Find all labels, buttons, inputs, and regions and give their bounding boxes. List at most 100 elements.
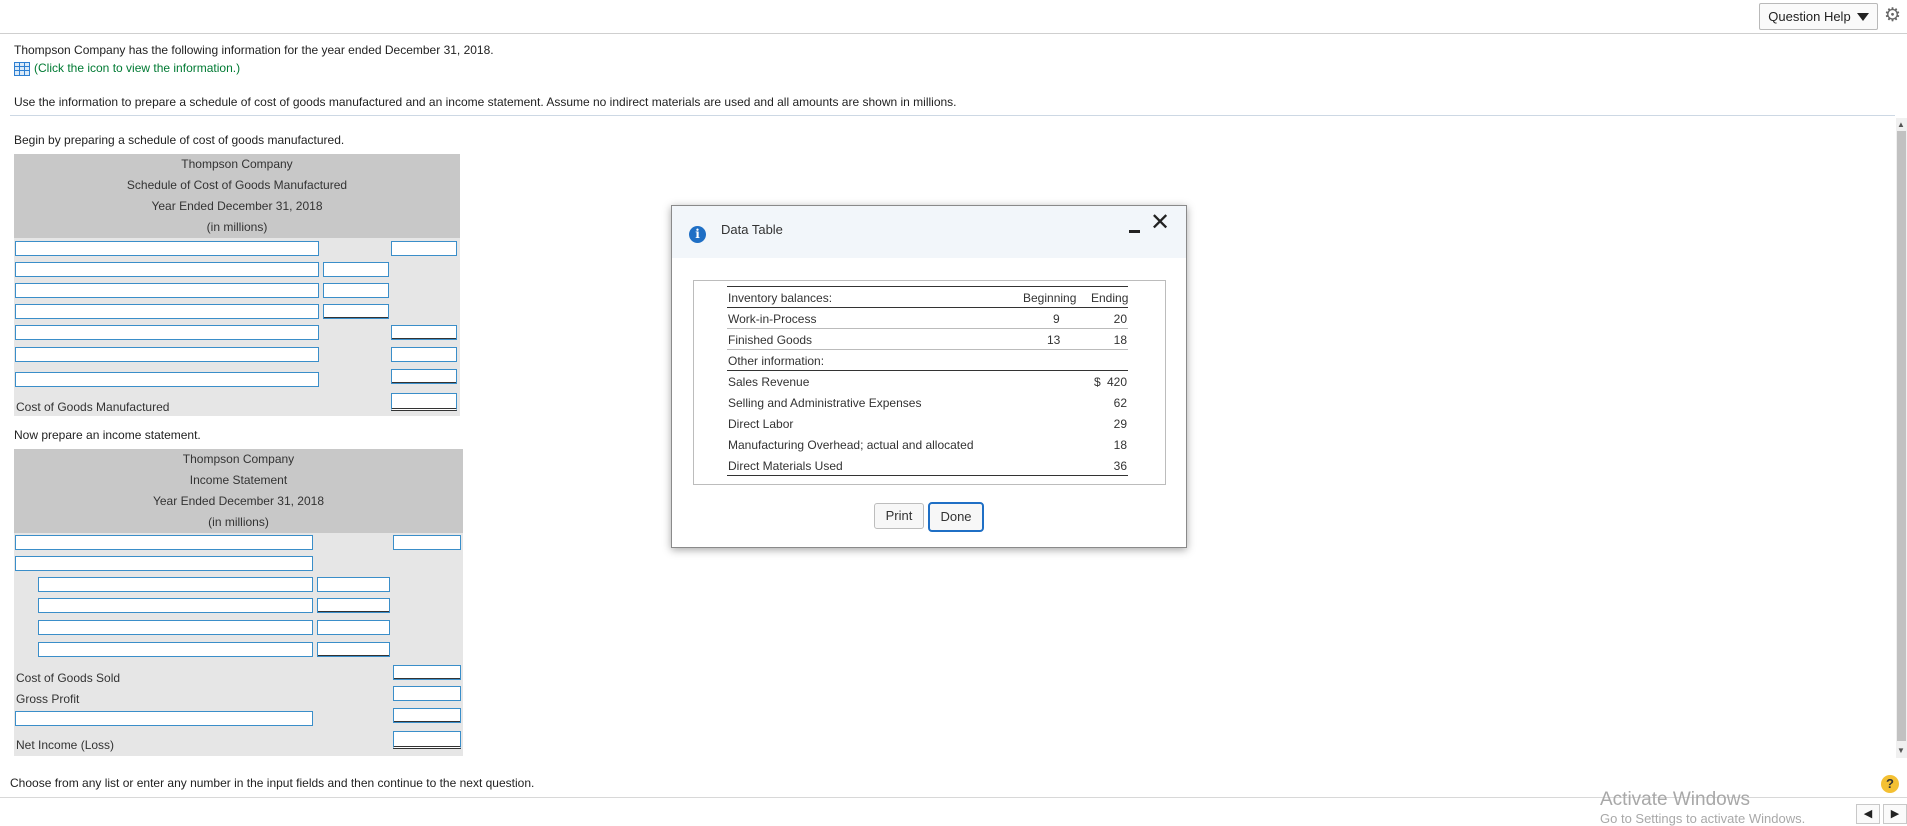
income-amount-input[interactable]: [393, 535, 461, 550]
income-line-select[interactable]: [15, 535, 313, 550]
cogm-schedule: Thompson Company Schedule of Cost of Goo…: [14, 154, 460, 416]
cogm-amount-input[interactable]: [323, 262, 389, 277]
top-bar: [0, 0, 1907, 34]
cogm-line-select[interactable]: [15, 262, 319, 277]
view-information-link[interactable]: (Click the icon to view the information.…: [14, 61, 240, 76]
help-icon[interactable]: ?: [1881, 775, 1899, 793]
row-value: 62: [1113, 396, 1127, 410]
ending-header: Ending: [1091, 291, 1129, 305]
row-label: Sales Revenue: [728, 375, 810, 389]
table-row: Selling and Administrative Expenses 62: [727, 392, 1128, 412]
problem-intro: Thompson Company has the following infor…: [14, 43, 494, 57]
minimize-icon[interactable]: [1129, 230, 1140, 233]
cogm-amount-input[interactable]: [391, 369, 457, 384]
income-subline-select[interactable]: [38, 598, 313, 613]
table-row: Direct Labor 29: [727, 413, 1128, 433]
problem-instructions: Use the information to prepare a schedul…: [14, 95, 957, 109]
cogm-amount-input[interactable]: [391, 325, 457, 340]
done-button[interactable]: Done: [928, 502, 984, 532]
income-line-select[interactable]: [15, 711, 313, 726]
row-label: Work-in-Process: [728, 312, 817, 326]
income-amount-input[interactable]: [317, 620, 390, 635]
income-title: Income Statement: [189, 473, 288, 487]
table-row: Finished Goods 13 18: [727, 329, 1128, 350]
income-subline-select[interactable]: [38, 642, 313, 657]
cogm-amount-input[interactable]: [323, 283, 389, 298]
cogm-header: Thompson Company Schedule of Cost of Goo…: [14, 154, 460, 238]
row-label: Selling and Administrative Expenses: [728, 396, 922, 410]
cogm-total-input[interactable]: [391, 393, 457, 411]
cogm-total-label: Cost of Goods Manufactured: [16, 400, 170, 414]
row-label: Finished Goods: [728, 333, 813, 347]
cogm-amount-input[interactable]: [391, 347, 457, 362]
table-header-row: Inventory balances: Beginning Ending: [727, 286, 1128, 308]
cogm-amount-input[interactable]: [323, 304, 389, 319]
gross-profit-label: Gross Profit: [16, 692, 80, 706]
cogm-line-select[interactable]: [15, 347, 319, 362]
previous-question-icon[interactable]: ◀: [1856, 804, 1880, 824]
cogm-line-select[interactable]: [15, 283, 319, 298]
table-row: Direct Materials Used 36: [727, 455, 1128, 476]
data-table: Inventory balances: Beginning Ending Wor…: [693, 280, 1166, 485]
caret-down-icon: [1856, 12, 1869, 21]
income-company: Thompson Company: [182, 452, 295, 466]
cogm-line-select[interactable]: [15, 325, 319, 340]
net-income-label: Net Income (Loss): [16, 738, 115, 752]
net-income-input[interactable]: [393, 731, 461, 749]
income-line-select[interactable]: [15, 556, 313, 571]
table-row: Manufacturing Overhead; actual and alloc…: [727, 434, 1128, 454]
income-lead: Now prepare an income statement.: [14, 428, 201, 442]
cogs-input[interactable]: [393, 665, 461, 680]
scroll-up-icon[interactable]: ▲: [1897, 120, 1905, 129]
table-row: Work-in-Process 9 20: [727, 308, 1128, 329]
income-amount-input[interactable]: [317, 598, 390, 613]
cogm-lead: Begin by preparing a schedule of cost of…: [14, 133, 345, 147]
watermark-title: Activate Windows: [1600, 789, 1750, 810]
row-ending: 20: [1113, 312, 1127, 326]
income-subline-select[interactable]: [38, 620, 313, 635]
income-subline-select[interactable]: [38, 577, 313, 592]
cogm-line-select[interactable]: [15, 304, 319, 319]
close-icon[interactable]: ✕: [1150, 211, 1170, 235]
divider: [10, 115, 1895, 116]
other-header-row: Other information:: [727, 350, 1128, 371]
cogm-line-select[interactable]: [15, 241, 319, 256]
question-help-label: Question Help: [1768, 9, 1851, 24]
beginning-header: Beginning: [1023, 291, 1077, 305]
gross-profit-input[interactable]: [393, 686, 461, 701]
question-help-button[interactable]: Question Help: [1759, 3, 1878, 30]
income-amount-input[interactable]: [393, 708, 461, 723]
income-statement: Thompson Company Income Statement Year E…: [14, 449, 463, 756]
table-icon[interactable]: [14, 61, 30, 76]
cogm-units: (in millions): [206, 220, 268, 234]
row-currency: $: [1094, 375, 1101, 389]
next-question-icon[interactable]: ▶: [1883, 804, 1907, 824]
watermark-subtitle: Go to Settings to activate Windows.: [1600, 811, 1806, 826]
view-information-text[interactable]: (Click the icon to view the information.…: [34, 61, 240, 75]
cogm-company: Thompson Company: [181, 157, 293, 171]
cogm-amount-input[interactable]: [391, 241, 457, 256]
income-amount-input[interactable]: [317, 577, 390, 592]
other-header: Other information:: [728, 354, 825, 368]
scroll-down-icon[interactable]: ▼: [1897, 746, 1905, 755]
income-period: Year Ended December 31, 2018: [152, 494, 324, 508]
row-value: 420: [1106, 375, 1127, 389]
data-table-dialog: i Data Table ✕ Inventory balances: Begin…: [671, 205, 1187, 548]
cogm-line-select[interactable]: [15, 372, 319, 387]
inventory-header: Inventory balances:: [728, 291, 833, 305]
row-label: Direct Materials Used: [728, 459, 843, 473]
income-header: Thompson Company Income Statement Year E…: [14, 449, 463, 533]
print-button[interactable]: Print: [874, 503, 924, 529]
row-beginning: 9: [1053, 312, 1060, 326]
info-icon: i: [689, 226, 706, 243]
income-amount-input[interactable]: [317, 642, 390, 657]
row-label: Direct Labor: [728, 417, 794, 431]
gear-icon[interactable]: ⚙: [1884, 6, 1902, 25]
row-beginning: 13: [1047, 333, 1061, 347]
cogm-title: Schedule of Cost of Goods Manufactured: [126, 178, 348, 192]
cogm-period: Year Ended December 31, 2018: [151, 199, 323, 213]
scrollbar-thumb[interactable]: [1897, 131, 1906, 741]
dialog-title: Data Table: [721, 222, 783, 237]
row-ending: 18: [1113, 333, 1127, 347]
row-value: 18: [1113, 438, 1127, 452]
